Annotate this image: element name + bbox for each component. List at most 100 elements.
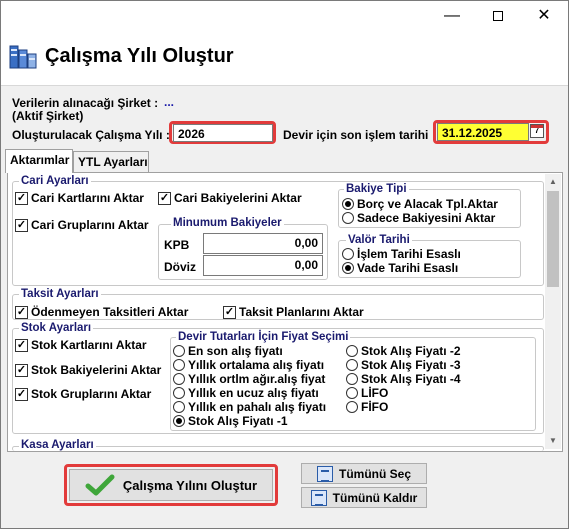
radio-icon	[173, 401, 185, 413]
radio-icon	[173, 373, 185, 385]
price-option-en-son[interactable]: En son alış fiyatı	[173, 344, 283, 358]
calendar-icon[interactable]: 7	[530, 124, 544, 138]
panel-scrollbar[interactable]: ▲ ▼	[545, 174, 561, 449]
price-option-label: Yıllık en ucuz alış fiyatı	[188, 386, 319, 400]
scroll-thumb[interactable]	[547, 191, 559, 287]
remove-all-button[interactable]: Tümünü Kaldır	[301, 487, 427, 508]
source-company-value[interactable]: ...	[164, 95, 174, 109]
radio-selected-icon	[342, 262, 354, 274]
kpb-label: KPB	[164, 238, 190, 252]
bakiye-tipi-title: Bakiye Tipi	[344, 183, 409, 195]
price-option-en-pahali[interactable]: Yıllık en pahalı alış fiyatı	[173, 400, 326, 414]
stok-group-title: Stok Ayarları	[19, 322, 94, 334]
scroll-up-icon[interactable]: ▲	[545, 174, 561, 190]
price-option-lifo[interactable]: LİFO	[346, 386, 388, 400]
price-option-label: Stok Alış Fiyatı -2	[361, 344, 461, 358]
cari-balances-checkbox[interactable]: ✓ Cari Bakiyelerini Aktar	[158, 191, 302, 205]
price-option-label: Yıllık ortlm ağır.alış fiyat	[188, 372, 326, 386]
year-input[interactable]: 2026	[173, 124, 273, 142]
doviz-input[interactable]: 0,00	[203, 255, 323, 276]
radio-icon	[173, 387, 185, 399]
stok-cards-label: Stok Kartlarını Aktar	[31, 338, 147, 352]
taksit-unpaid-checkbox[interactable]: ✓ Ödenmeyen Taksitleri Aktar	[15, 305, 188, 319]
price-option-label: Yıllık en pahalı alış fiyatı	[188, 400, 327, 414]
cari-groups-checkbox[interactable]: ✓ Cari Gruplarını Aktar	[15, 218, 149, 232]
radio-icon	[346, 345, 358, 357]
min-balance-title: Minumum Bakiyeler	[171, 217, 284, 229]
radio-selected-icon	[173, 415, 185, 427]
stok-balances-label: Stok Bakiyelerini Aktar	[31, 363, 162, 377]
price-selection-title: Devir Tutarları İçin Fiyat Seçimi	[176, 331, 351, 343]
bakiye-option-2[interactable]: Sadece Bakiyesini Aktar	[342, 211, 495, 225]
radio-icon	[346, 373, 358, 385]
price-option-stok-2[interactable]: Stok Alış Fiyatı -2	[346, 344, 461, 358]
valor-option-2[interactable]: Vade Tarihi Esaslı	[342, 261, 458, 275]
select-all-button[interactable]: Tümünü Seç	[301, 463, 427, 484]
price-option-ortalama[interactable]: Yıllık ortalama alış fiyatı	[173, 358, 324, 372]
radio-icon	[342, 248, 354, 260]
remove-all-icon	[310, 489, 327, 506]
remove-all-label: Tümünü Kaldır	[332, 490, 418, 505]
close-button[interactable]: ✕	[521, 1, 567, 30]
radio-icon	[346, 387, 358, 399]
stok-balances-checkbox[interactable]: ✓ Stok Bakiyelerini Aktar	[15, 363, 161, 377]
radio-icon	[342, 212, 354, 224]
taksit-plan-label: Taksit Planlarını Aktar	[239, 305, 364, 319]
source-company-label: Verilerin alınacağı Şirket :	[12, 96, 159, 110]
checkbox-checked-icon: ✓	[15, 363, 28, 377]
valor-option-1[interactable]: İşlem Tarihi Esaslı	[342, 247, 461, 261]
title-bar: — ✕	[1, 1, 568, 30]
price-option-stok-1[interactable]: Stok Alış Fiyatı -1	[173, 414, 288, 428]
select-all-label: Tümünü Seç	[338, 466, 411, 481]
database-icon	[9, 45, 37, 69]
checkbox-checked-icon: ✓	[15, 338, 28, 352]
checkbox-checked-icon: ✓	[15, 191, 28, 205]
scroll-down-icon[interactable]: ▼	[545, 433, 561, 449]
valor-option-2-label: Vade Tarihi Esaslı	[357, 261, 459, 275]
price-option-agirlikli[interactable]: Yıllık ortlm ağır.alış fiyat	[173, 372, 325, 386]
bakiye-option-1-label: Borç ve Alacak Tpl.Aktar	[357, 197, 498, 211]
price-option-fifo[interactable]: FİFO	[346, 400, 388, 414]
price-option-stok-4[interactable]: Stok Alış Fiyatı -4	[346, 372, 461, 386]
tab-ytl-ayarlari[interactable]: YTL Ayarları	[73, 151, 149, 173]
bakiye-option-1[interactable]: Borç ve Alacak Tpl.Aktar	[342, 197, 498, 211]
cari-cards-checkbox[interactable]: ✓ Cari Kartlarını Aktar	[15, 191, 144, 205]
dialog-header: Çalışma Yılı Oluştur	[1, 30, 568, 86]
page-title: Çalışma Yılı Oluştur	[45, 45, 234, 67]
bakiye-option-2-label: Sadece Bakiyesini Aktar	[357, 211, 496, 225]
stok-cards-checkbox[interactable]: ✓ Stok Kartlarını Aktar	[15, 338, 147, 352]
create-year-button[interactable]: Çalışma Yılını Oluştur	[69, 469, 273, 501]
tab-aktarimlar[interactable]: Aktarımlar	[5, 149, 73, 173]
year-label: Oluşturulacak Çalışma Yılı :	[12, 128, 170, 142]
kasa-group-title: Kasa Ayarları	[19, 439, 96, 451]
checkbox-checked-icon: ✓	[15, 218, 28, 232]
kpb-input[interactable]: 0,00	[203, 233, 323, 254]
radio-icon	[346, 359, 358, 371]
maximize-icon	[493, 10, 503, 21]
devir-date-input[interactable]: 31.12.2025	[437, 123, 529, 141]
stok-groups-checkbox[interactable]: ✓ Stok Gruplarını Aktar	[15, 387, 151, 401]
price-option-label: Stok Alış Fiyatı -1	[188, 414, 288, 428]
price-option-en-ucuz[interactable]: Yıllık en ucuz alış fiyatı	[173, 386, 319, 400]
price-option-stok-3[interactable]: Stok Alış Fiyatı -3	[346, 358, 461, 372]
radio-icon	[173, 359, 185, 371]
price-option-label: FİFO	[361, 400, 389, 414]
maximize-button[interactable]	[475, 1, 521, 30]
app-window: — ✕ Çalışma Yılı Oluştur Verilerin alına…	[0, 0, 569, 529]
cari-groups-label: Cari Gruplarını Aktar	[31, 218, 149, 232]
taksit-group-title: Taksit Ayarları	[19, 288, 101, 300]
cari-balances-label: Cari Bakiyelerini Aktar	[174, 191, 302, 205]
checkmark-icon	[85, 474, 115, 496]
price-option-label: Stok Alış Fiyatı -4	[361, 372, 461, 386]
price-option-label: En son alış fiyatı	[188, 344, 283, 358]
cari-group-title: Cari Ayarları	[19, 175, 91, 187]
taksit-unpaid-label: Ödenmeyen Taksitleri Aktar	[31, 305, 189, 319]
minimize-button[interactable]: —	[429, 1, 475, 30]
create-year-label: Çalışma Yılını Oluştur	[122, 477, 258, 493]
radio-icon	[346, 401, 358, 413]
valor-option-1-label: İşlem Tarihi Esaslı	[357, 247, 461, 261]
cari-cards-label: Cari Kartlarını Aktar	[31, 191, 144, 205]
taksit-plan-checkbox[interactable]: ✓ Taksit Planlarını Aktar	[223, 305, 364, 319]
devir-date-label: Devir için son işlem tarihi	[283, 128, 429, 142]
active-company-label: (Aktif Şirket)	[12, 109, 84, 123]
